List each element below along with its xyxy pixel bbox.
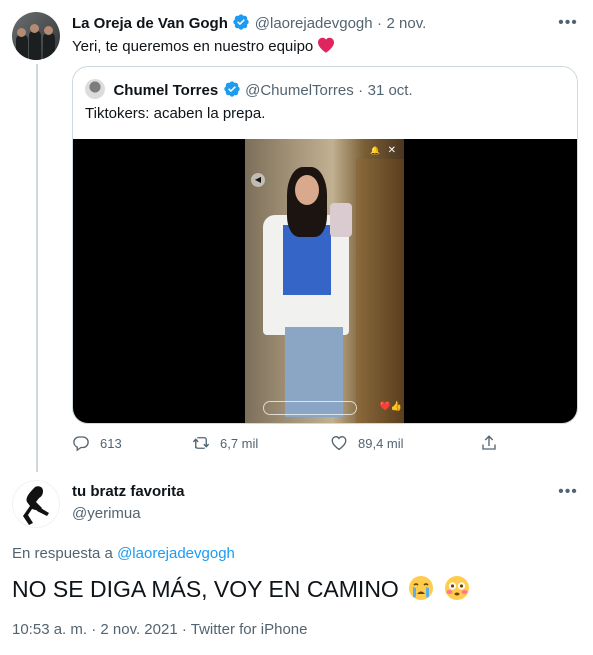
avatar-figure	[23, 486, 49, 525]
tweet-source[interactable]: Twitter for iPhone	[191, 621, 308, 638]
close-icon: ✕	[387, 145, 396, 156]
bell-icon: 🔔	[370, 146, 380, 155]
quoted-tweet-text: Tiktokers: acaben la prepa.	[85, 105, 266, 122]
quoted-tweet-card[interactable]: Chumel Torres @ChumelTorres · 31 oct. Ti…	[72, 66, 578, 424]
avatar-figure	[43, 32, 55, 60]
video-person-face	[295, 175, 319, 205]
tweet-full-date[interactable]: 2 nov. 2021	[100, 621, 177, 638]
crying-face-icon	[408, 575, 434, 607]
quoted-tweet-date: 31 oct.	[367, 82, 413, 99]
quoted-author-handle: @ChumelTorres	[245, 82, 354, 99]
retweet-icon	[192, 437, 210, 449]
reply-button[interactable]: 613	[72, 434, 122, 452]
video-player[interactable]: 🔔 ✕ ◀ ❤️👍	[73, 139, 577, 423]
video-thumbnail: 🔔 ✕ ◀ ❤️👍	[245, 139, 404, 423]
reply-author-handle[interactable]: @yerimua	[72, 505, 141, 522]
avatar[interactable]	[12, 12, 60, 60]
tweet-text: Yeri, te queremos en nuestro equipo	[72, 37, 335, 57]
like-count: 89,4 mil	[358, 435, 404, 451]
reply-prefix: En respuesta a	[12, 545, 113, 562]
avatar-figure-head	[30, 24, 39, 33]
more-options-icon[interactable]: •••	[558, 482, 578, 502]
avatar-figure-head	[44, 26, 53, 35]
share-button[interactable]	[480, 434, 498, 452]
reply-tweet-text-content: NO SE DIGA MÁS, VOY EN CAMINO	[12, 576, 399, 602]
reply-to-link[interactable]: @laorejadevgogh	[117, 545, 235, 562]
video-person-phone	[330, 203, 352, 237]
quoted-avatar	[85, 79, 105, 99]
tweet-date[interactable]: 2 nov.	[387, 15, 427, 32]
tweet-actions: 613 6,7 mil 89,4 mil	[72, 434, 502, 458]
reply-count: 613	[100, 435, 122, 451]
avatar[interactable]	[12, 480, 60, 528]
verified-badge-icon	[232, 13, 250, 36]
sound-icon: ◀	[251, 173, 265, 187]
reply-context: En respuesta a @laorejadevgogh	[12, 545, 235, 562]
tweet-header: La Oreja de Van Gogh @laorejadevgogh · 2…	[72, 13, 426, 36]
story-header: 🔔 ✕	[249, 145, 400, 163]
video-person	[263, 167, 352, 417]
like-button[interactable]: 89,4 mil	[330, 434, 404, 452]
separator: ·	[377, 15, 383, 32]
avatar-figure	[29, 30, 41, 60]
avatar-figure-head	[17, 28, 26, 37]
share-icon	[482, 435, 496, 450]
reply-tweet-text: NO SE DIGA MÁS, VOY EN CAMINO	[12, 575, 470, 607]
story-comment-box	[263, 401, 357, 415]
tweet-metadata: 10:53 a. m. · 2 nov. 2021 · Twitter for …	[12, 621, 307, 638]
separator: ·	[358, 82, 364, 99]
tweet-timestamp[interactable]: 10:53 a. m.	[12, 621, 87, 638]
avatar-figure	[16, 34, 28, 60]
verified-badge-icon	[223, 80, 241, 103]
reply-author-name[interactable]: tu bratz favorita	[72, 483, 185, 500]
more-options-icon[interactable]: •••	[558, 13, 578, 33]
quoted-author-name: Chumel Torres	[113, 82, 219, 99]
flushed-face-icon	[444, 575, 470, 607]
separator: ·	[181, 621, 187, 638]
story-reaction-icons: ❤️👍	[379, 401, 402, 411]
video-door	[356, 159, 404, 423]
author-handle[interactable]: @laorejadevgogh	[255, 15, 373, 32]
thread-connector-line	[36, 64, 38, 472]
reply-icon	[73, 436, 89, 452]
retweet-button[interactable]: 6,7 mil	[192, 434, 258, 452]
separator: ·	[91, 621, 97, 638]
tweet-text-content: Yeri, te queremos en nuestro equipo	[72, 38, 314, 55]
red-heart-icon	[317, 37, 335, 57]
quoted-tweet-header: Chumel Torres @ChumelTorres · 31 oct.	[85, 79, 413, 103]
reply-author-name-row: tu bratz favorita	[72, 483, 185, 501]
retweet-count: 6,7 mil	[220, 435, 259, 451]
author-name[interactable]: La Oreja de Van Gogh	[72, 15, 228, 32]
heart-icon	[331, 436, 347, 451]
